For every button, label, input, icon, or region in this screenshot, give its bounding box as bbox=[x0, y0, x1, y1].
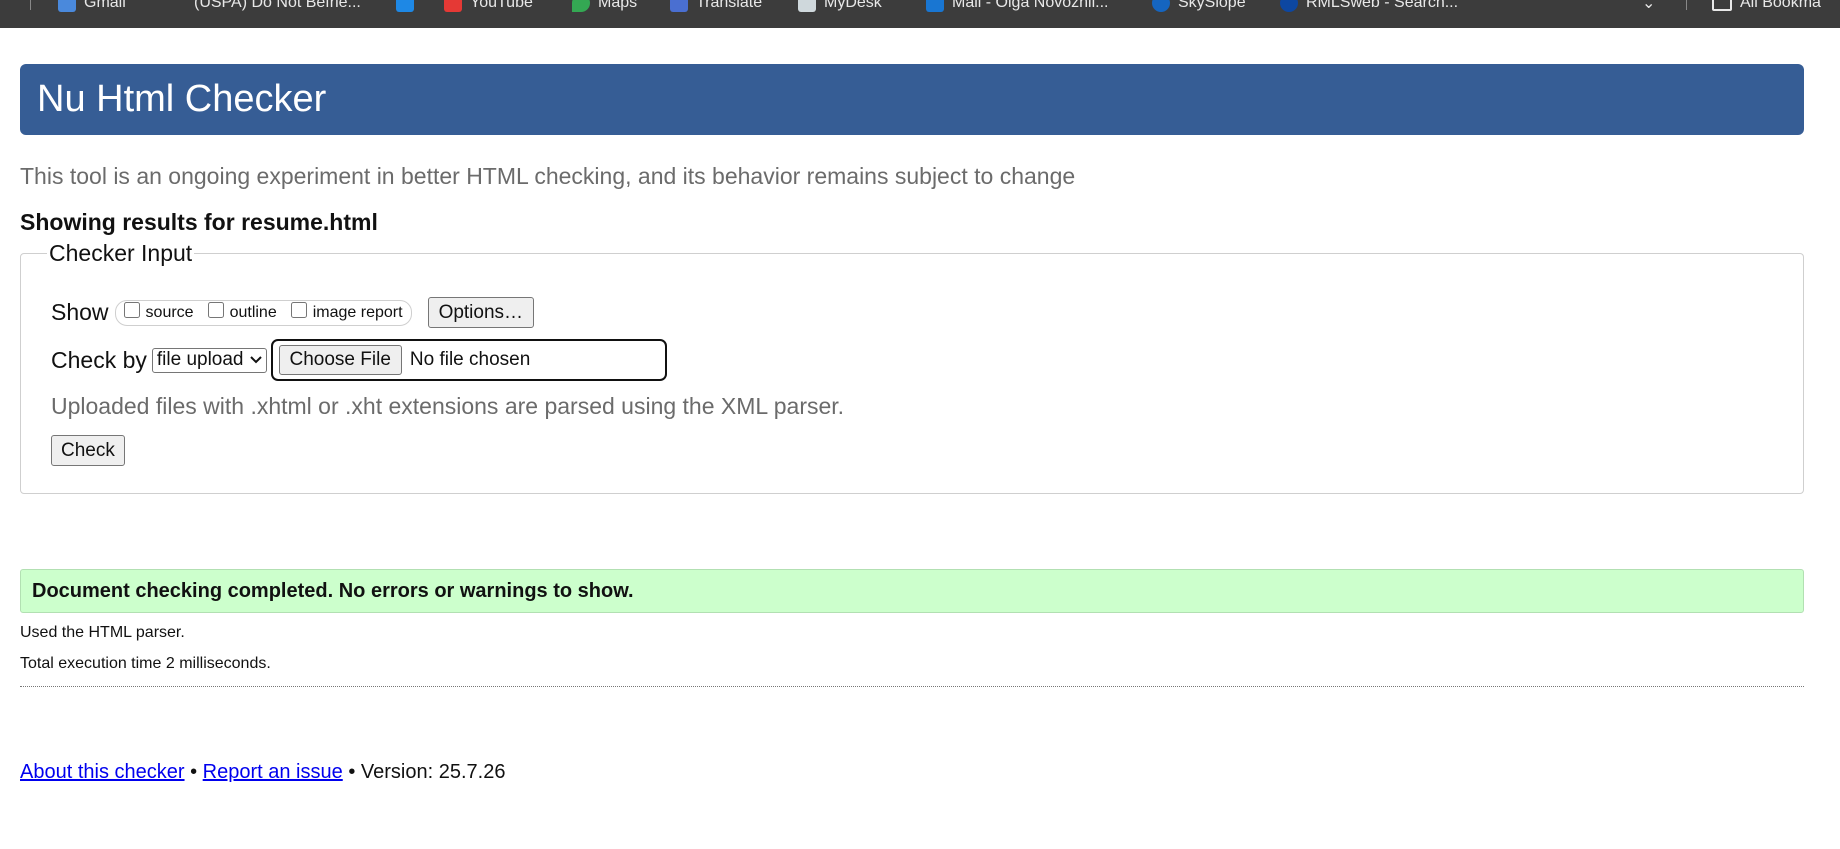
bookmark-label: Translate bbox=[696, 0, 763, 11]
success-message: Document checking completed. No errors o… bbox=[20, 569, 1804, 613]
version-text: Version: 25.7.26 bbox=[360, 761, 506, 783]
bookmark-mail[interactable]: Mail - Olga Novozhil... bbox=[926, 0, 1109, 13]
bookmark-label: YouTube bbox=[470, 0, 533, 11]
image-report-label: image report bbox=[312, 303, 403, 321]
gmail-icon bbox=[58, 0, 76, 12]
success-text: Document checking completed. No errors o… bbox=[32, 579, 634, 602]
maps-icon bbox=[572, 0, 590, 12]
check-by-value: file upload bbox=[156, 349, 244, 370]
bookmarks-bar: Gmail (USPA) Do Not Befrie... YouTube Ma… bbox=[0, 0, 1840, 28]
all-bookmarks-label: All Bookma bbox=[1740, 0, 1821, 11]
show-row: Show source outline image report Options… bbox=[51, 297, 535, 328]
check-by-select[interactable]: file upload bbox=[151, 347, 267, 373]
bookmark-label: (USPA) Do Not Befrie... bbox=[194, 0, 361, 11]
source-checkbox[interactable] bbox=[123, 301, 140, 318]
bookmarks-separator bbox=[1686, 0, 1687, 10]
source-label: source bbox=[145, 303, 194, 321]
translate-icon bbox=[670, 0, 688, 12]
footer-separator: • bbox=[190, 761, 198, 783]
all-bookmarks[interactable]: All Bookma bbox=[1712, 0, 1821, 13]
bookmark-label: Maps bbox=[598, 0, 638, 11]
bookmark-skyslope[interactable]: SkySlope bbox=[1152, 0, 1246, 13]
about-link[interactable]: About this checker bbox=[20, 761, 185, 783]
image-report-checkbox[interactable] bbox=[290, 301, 307, 318]
bookmark-translate[interactable]: Translate bbox=[670, 0, 762, 13]
report-issue-link[interactable]: Report an issue bbox=[203, 761, 343, 783]
check-by-label: Check by bbox=[51, 346, 147, 373]
footer-separator: • bbox=[348, 761, 356, 783]
arrow-icon bbox=[396, 0, 414, 12]
check-by-row: Check by file upload Choose File No file… bbox=[51, 339, 667, 381]
execution-time: Total execution time 2 milliseconds. bbox=[20, 655, 271, 672]
footer: About this checker • Report an issue • V… bbox=[20, 761, 505, 784]
skyslope-icon bbox=[1152, 0, 1170, 12]
bookmark-label: MyDesk bbox=[824, 0, 882, 11]
show-options-group: source outline image report bbox=[114, 299, 412, 326]
mail-icon bbox=[926, 0, 944, 12]
choose-file-button[interactable]: Choose File bbox=[278, 345, 402, 375]
chevron-down-icon bbox=[249, 356, 262, 364]
check-button[interactable]: Check bbox=[51, 435, 125, 466]
page-icon bbox=[168, 0, 186, 12]
bookmark-label: Mail - Olga Novozhil... bbox=[952, 0, 1109, 11]
page-title: Nu Html Checker bbox=[37, 78, 327, 120]
youtube-icon bbox=[444, 0, 462, 12]
file-status: No file chosen bbox=[409, 349, 531, 370]
show-source-option[interactable]: source bbox=[123, 301, 194, 322]
checker-page: Nu Html Checker This tool is an ongoing … bbox=[20, 64, 1804, 783]
bookmark-maps[interactable]: Maps bbox=[572, 0, 637, 13]
folder-icon bbox=[1712, 0, 1732, 11]
results-heading: Showing results for resume.html bbox=[20, 209, 378, 235]
parser-info: Used the HTML parser. bbox=[20, 624, 185, 641]
divider bbox=[20, 686, 1804, 687]
file-input[interactable]: Choose File No file chosen bbox=[270, 339, 667, 381]
bookmark-label: Gmail bbox=[84, 0, 126, 11]
outline-checkbox[interactable] bbox=[207, 301, 224, 318]
bookmarks-separator bbox=[30, 0, 31, 10]
show-label: Show bbox=[51, 299, 109, 325]
outline-label: outline bbox=[229, 303, 277, 321]
checker-input-fieldset: Checker Input Show source outline image … bbox=[20, 240, 1804, 494]
bookmark-rmls[interactable]: RMLSweb - Search... bbox=[1280, 0, 1458, 13]
checker-input-legend: Checker Input bbox=[49, 240, 193, 266]
bookmark-label: RMLSweb - Search... bbox=[1306, 0, 1459, 11]
bookmark-youtube[interactable]: YouTube bbox=[444, 0, 533, 13]
bookmark-label: SkySlope bbox=[1178, 0, 1246, 11]
options-button[interactable]: Options… bbox=[427, 297, 535, 328]
mydesk-icon bbox=[798, 0, 816, 12]
bookmark-mydesk[interactable]: MyDesk bbox=[798, 0, 882, 13]
bookmark-uspa[interactable]: (USPA) Do Not Befrie... bbox=[168, 0, 361, 13]
bookmarks-overflow[interactable]: ⌄ bbox=[1642, 0, 1655, 13]
tagline: This tool is an ongoing experiment in be… bbox=[20, 163, 1076, 189]
show-outline-option[interactable]: outline bbox=[207, 301, 277, 322]
bookmark-arrow[interactable] bbox=[396, 0, 414, 13]
site-header: Nu Html Checker bbox=[20, 64, 1804, 135]
hint-row: Uploaded files with .xhtml or .xht exten… bbox=[51, 393, 844, 420]
rmls-icon bbox=[1280, 0, 1298, 12]
chevron-down-icon: ⌄ bbox=[1642, 0, 1656, 12]
parser-hint: Uploaded files with .xhtml or .xht exten… bbox=[51, 393, 845, 419]
check-row: Check bbox=[51, 435, 125, 466]
show-image-report-option[interactable]: image report bbox=[290, 301, 403, 322]
bookmark-gmail[interactable]: Gmail bbox=[58, 0, 126, 13]
